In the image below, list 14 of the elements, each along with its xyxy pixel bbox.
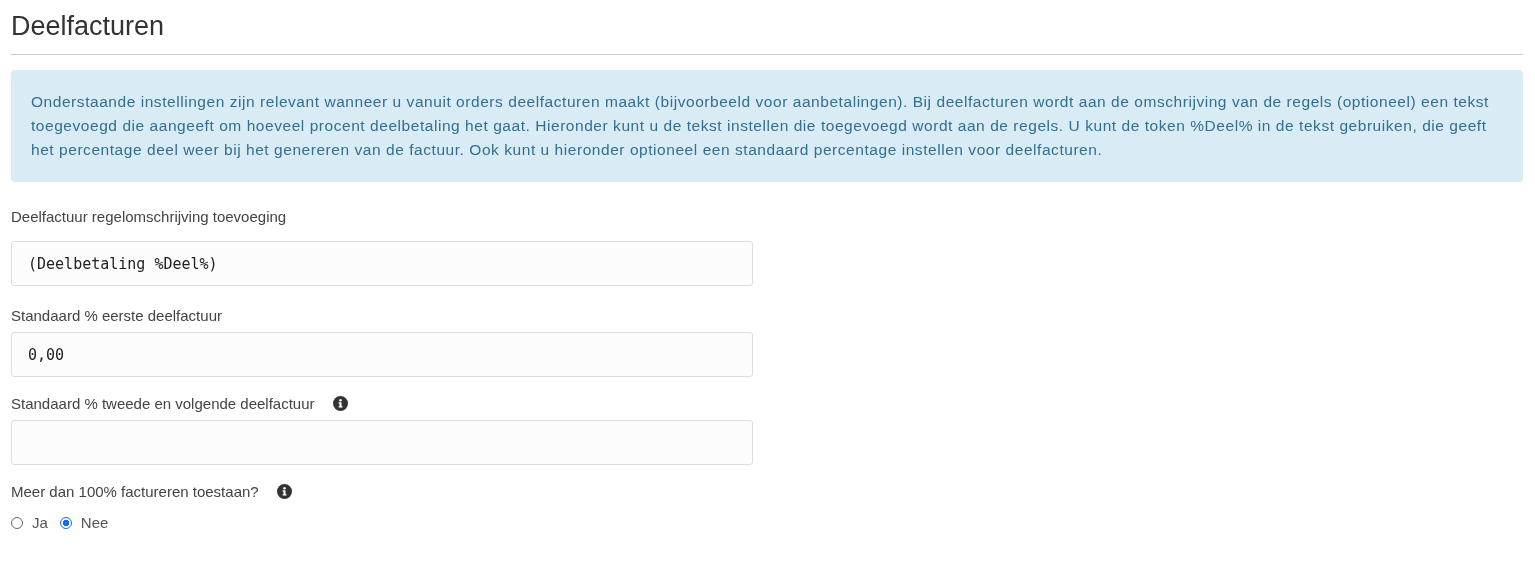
text-field[interactable]: 0,00	[11, 332, 753, 377]
info-icon[interactable]	[276, 483, 292, 499]
text-field[interactable]: (Deelbetaling %Deel%)	[11, 241, 753, 286]
field-label: Standaard % eerste deelfactuur	[11, 306, 222, 324]
radio-label[interactable]: Nee	[80, 514, 109, 531]
text-field[interactable]	[11, 420, 753, 465]
field-label: Standaard % tweede en volgende deelfactuur	[11, 394, 315, 412]
info-notice: Onderstaande instellingen zijn relevant wanneer u vanuit orders deelfacturen maakt (bijvoorbeeld voor aanbetalingen). Bij deelfacturen wordt aan de omschrijving van de regels (optioneel) een tekst toegevoegd die aangeeft om hoeveel procent deelbetaling het gaat. Hieronder kunt u de tekst instellen die toegevoegd wordt aan de regels. U kunt de token %Deel% in de tekst gebruiken, die geeft het percentage deel weer bij het genereren van de factuur. Ook kunt u hieronder optioneel een standaard percentage instellen voor deelfacturen.	[11, 70, 1523, 182]
field-label: Deelfactuur regelomschrijving toevoeging	[11, 207, 287, 225]
field-label: Meer dan 100% factureren toestaan?	[11, 482, 259, 500]
radio-button[interactable]	[59, 516, 72, 529]
page-title: Deelfacturen	[11, 10, 166, 43]
radio-label[interactable]: Ja	[32, 514, 48, 531]
info-icon[interactable]	[332, 395, 348, 411]
